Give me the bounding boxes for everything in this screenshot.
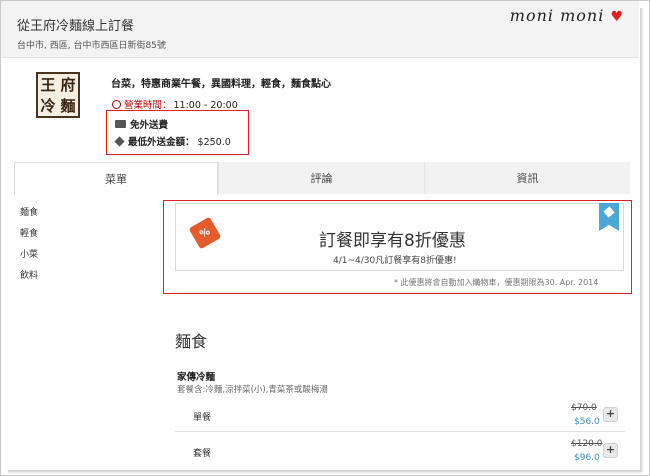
discount-price: $56.0 [574, 417, 600, 427]
option-label: 單餐 [193, 413, 212, 423]
heart-icon: ♥ [610, 9, 624, 25]
delivery-info-box: 免外送費 最低外送金額： $250.0 [106, 110, 249, 155]
add-to-cart-button[interactable]: + [603, 443, 618, 458]
logo-char: 冷 [40, 97, 56, 115]
watermark: moni moni ♥ [510, 6, 624, 25]
hammer-icon [603, 206, 615, 218]
promo-note: * 此優惠將會自動加入購物車，優惠期限為30. Apr. 2014 [394, 278, 599, 287]
dish-option-row: 套餐 $120.0 $96.0 + [175, 434, 625, 468]
promo-subtitle: 4/1~4/30凡訂餐享有8折優惠! [333, 256, 457, 266]
add-to-cart-button[interactable]: + [603, 407, 618, 422]
category-list: 麵食 輕食 小菜 飲料 [20, 205, 38, 289]
discount-tag-icon: % [188, 216, 222, 250]
watermark-text: moni moni [509, 6, 605, 25]
dish-name: 家傳冷麵 [177, 372, 216, 383]
promo-title: 訂餐即享有8折優惠 [319, 231, 466, 251]
logo-char: 王 [40, 76, 56, 94]
min-order: 最低外送金額： $250.0 [114, 134, 231, 148]
original-price: $70.0 [571, 403, 597, 413]
shop-address: 台中市, 西區, 台中市西區日新街85號 [17, 41, 166, 51]
free-delivery: 免外送費 [115, 117, 168, 131]
bookmark-ribbon-icon [599, 203, 619, 231]
min-order-value: $250.0 [197, 137, 231, 148]
shop-title: 從王府冷麵線上訂餐 [17, 19, 135, 34]
logo-char: 麵 [60, 97, 76, 115]
package-icon [114, 136, 125, 147]
discount-price: $96.0 [574, 453, 600, 463]
tab-info[interactable]: 資訊 [424, 162, 630, 194]
clock-icon [112, 100, 121, 109]
option-label: 套餐 [193, 449, 212, 459]
frame-shadow-right [640, 8, 644, 472]
tab-menu[interactable]: 菜單 [14, 162, 218, 195]
promo-banner: % 訂餐即享有8折優惠 4/1~4/30凡訂餐享有8折優惠! [175, 203, 624, 271]
min-order-label: 最低外送金額： [128, 137, 195, 148]
category-item-drinks[interactable]: 飲料 [20, 268, 38, 289]
dish-option-row: 單餐 $70.0 $56.0 + [175, 398, 625, 432]
category-item-noodles[interactable]: 麵食 [20, 205, 38, 226]
frame-shadow-bottom [8, 470, 642, 474]
free-delivery-label: 免外送費 [130, 120, 169, 131]
original-price: $120.0 [571, 439, 603, 449]
cuisine-list: 台菜，特惠商業午餐，異國料理，輕食，麵食點心 [111, 79, 331, 90]
dish-description: 套餐含:冷麵,涼拌菜(小),青菜茶或酸梅湯 [177, 385, 328, 395]
delivery-icon [115, 120, 126, 128]
logo-char: 府 [60, 76, 76, 94]
shop-logo: 王 府 冷 麵 [36, 72, 80, 118]
opening-hours: 營業時間： 11:00 - 20:00 [112, 97, 238, 111]
category-item-light-meals[interactable]: 輕食 [20, 226, 38, 247]
section-title: 麵食 [175, 332, 208, 351]
tab-bar: 菜單 評論 資訊 [14, 162, 630, 195]
tab-reviews[interactable]: 評論 [218, 162, 424, 194]
category-item-side-dishes[interactable]: 小菜 [20, 247, 38, 268]
